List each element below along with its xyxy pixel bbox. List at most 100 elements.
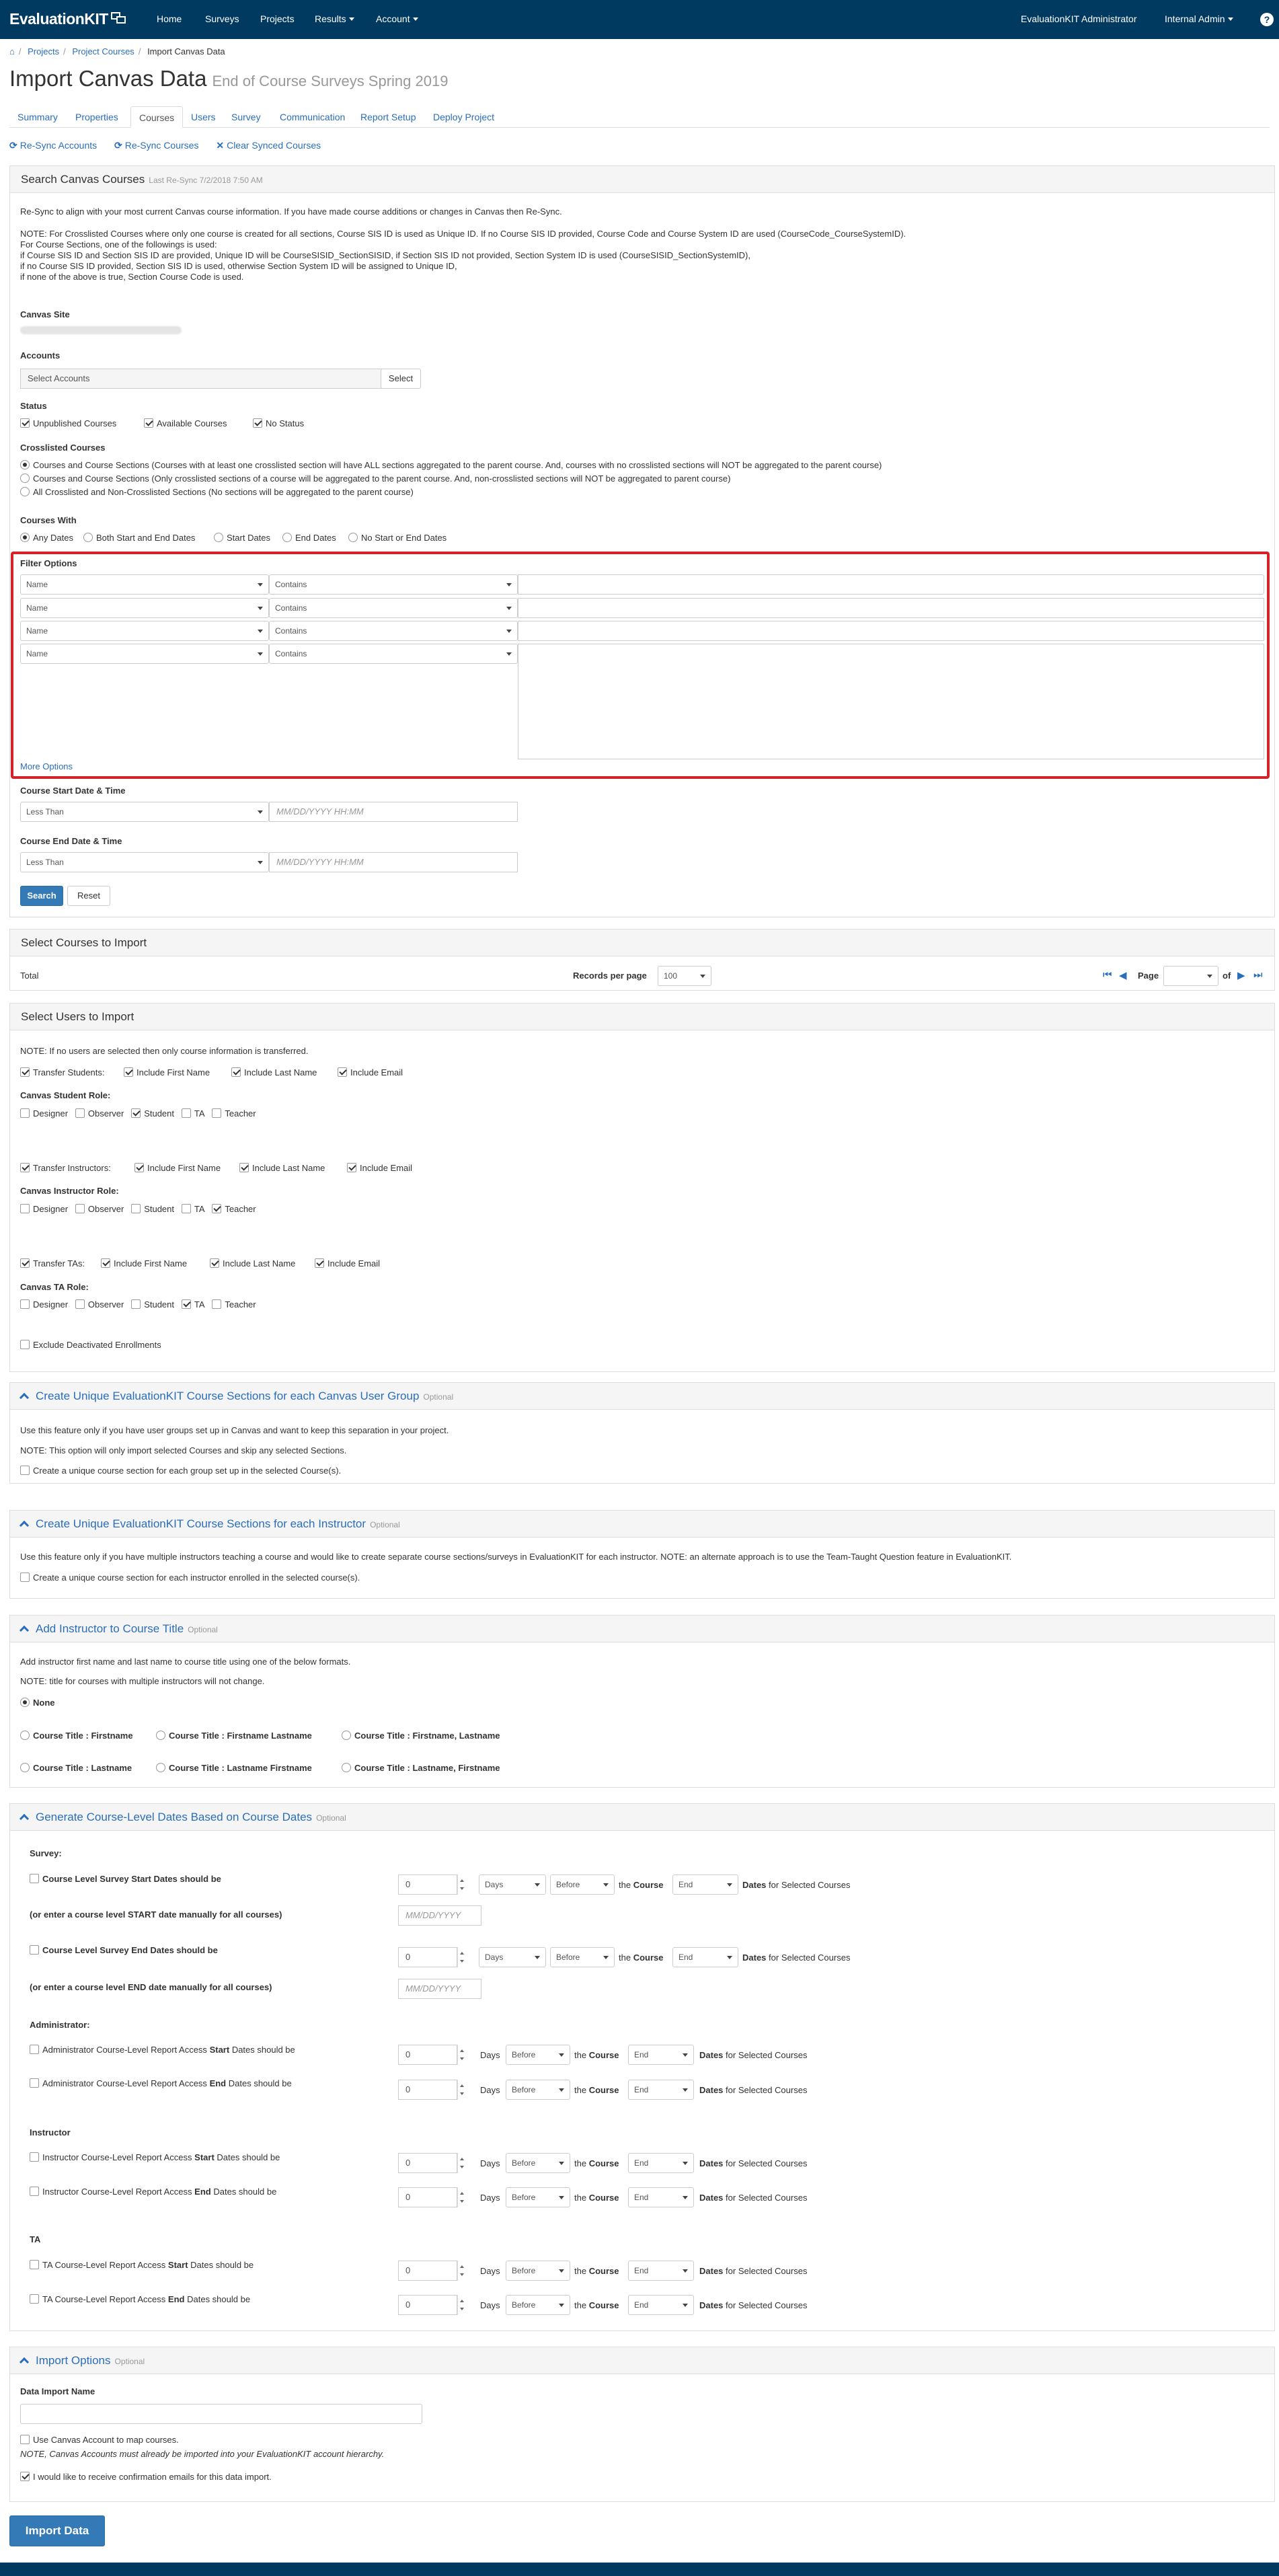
survey-end-ref[interactable]: End [672,1947,738,1967]
exclude-deactivated[interactable]: Exclude Deactivated Enrollments [20,1340,161,1350]
radio[interactable] [156,1731,165,1740]
ta-end-ref[interactable]: End [628,2295,694,2315]
checkbox[interactable] [20,1573,30,1582]
checkbox-observer[interactable] [75,1299,85,1309]
radio[interactable] [156,1763,165,1772]
checkbox[interactable] [20,1163,30,1172]
survey-start-unit[interactable]: Days [479,1874,546,1895]
checkbox[interactable] [20,1466,30,1475]
radio[interactable] [20,1698,30,1707]
checkbox-ta[interactable] [181,1204,191,1213]
instructors-first-name[interactable]: Include First Name [134,1163,221,1173]
crosslisted-option-2[interactable]: Courses and Course Sections (Only crossl… [20,473,730,484]
filter-op-select-3[interactable]: Contains [269,621,518,641]
ta-end-check[interactable]: TA Course-Level Report Access End Dates … [30,2294,250,2304]
tab-deploy-project[interactable]: Deploy Project [425,106,502,128]
format-3[interactable]: Course Title : Firstname, Lastname [342,1731,500,1741]
instr-end-check[interactable]: Instructor Course-Level Report Access En… [30,2187,276,2197]
format-1[interactable]: Course Title : Firstname [20,1731,133,1741]
tab-communication[interactable]: Communication [272,106,353,128]
checkbox[interactable] [30,2078,39,2088]
radio[interactable] [342,1731,351,1740]
checkbox[interactable] [134,1163,144,1172]
courses-with-both[interactable]: Both Start and End Dates [83,533,195,543]
format-5[interactable]: Course Title : Lastname Firstname [156,1763,312,1773]
filter-value-input-2[interactable] [518,598,1264,618]
spinner-icon[interactable] [457,2261,465,2281]
radio[interactable] [20,487,30,496]
tab-summary[interactable]: Summary [9,106,66,128]
filter-op-select-1[interactable]: Contains [269,574,518,595]
spinner-icon[interactable] [457,2045,465,2065]
nav-role[interactable]: Internal Admin [1165,13,1233,24]
students-email[interactable]: Include Email [338,1067,403,1077]
courses-with-start[interactable]: Start Dates [214,533,270,543]
instructors-last-name[interactable]: Include Last Name [239,1163,325,1173]
ta-start-ref[interactable]: End [628,2261,694,2281]
ta-start-when[interactable]: Before [506,2261,570,2281]
checkbox[interactable] [30,2260,39,2269]
survey-start-date-input[interactable]: MM/DD/YYYY [398,1905,481,1926]
survey-end-offset[interactable]: 0 [398,1947,457,1967]
tab-users[interactable]: Users [183,106,224,128]
start-compare-select[interactable]: Less Than [20,802,269,822]
nav-surveys[interactable]: Surveys [205,13,239,24]
tab-properties[interactable]: Properties [67,106,126,128]
instructor-title-heading[interactable]: Add Instructor to Course Title Optional [10,1616,1274,1642]
admin-end-ref[interactable]: End [628,2080,694,2100]
page-select[interactable] [1163,966,1218,986]
survey-end-when[interactable]: Before [550,1947,615,1967]
radio[interactable] [214,533,223,542]
breadcrumb-projects[interactable]: Projects [28,46,59,56]
instr-end-ref[interactable]: End [628,2187,694,2207]
nav-home[interactable]: Home [157,13,182,24]
group-sections-heading[interactable]: Create Unique EvaluationKIT Course Secti… [10,1383,1274,1410]
checkbox[interactable] [20,1067,30,1077]
group-sections-check[interactable]: Create a unique course section for each … [20,1466,341,1476]
instr-end-when[interactable]: Before [506,2187,570,2207]
admin-start-check[interactable]: Administrator Course-Level Report Access… [30,2045,295,2055]
end-datetime-input[interactable]: MM/DD/YYYY HH:MM [269,852,518,872]
more-options-link[interactable]: More Options [20,761,73,771]
filter-field-select-3[interactable]: Name [20,621,269,641]
checkbox[interactable] [20,2472,30,2481]
checkbox[interactable] [30,2045,39,2054]
instructor-sections-check[interactable]: Create a unique course section for each … [20,1573,360,1583]
tab-courses[interactable]: Courses [130,106,184,128]
checkbox-designer[interactable] [20,1299,30,1309]
survey-end-date-input[interactable]: MM/DD/YYYY [398,1979,481,1999]
checkbox[interactable] [253,418,262,428]
checkbox[interactable] [101,1258,110,1268]
crosslisted-option-1[interactable]: Courses and Course Sections (Courses wit… [20,460,882,470]
crosslisted-option-3[interactable]: All Crosslisted and Non-Crosslisted Sect… [20,487,414,497]
course-dates-heading[interactable]: Generate Course-Level Dates Based on Cou… [10,1804,1274,1831]
radio[interactable] [20,1731,30,1740]
filter-value-input-3[interactable] [518,621,1264,641]
nav-account[interactable]: Account [376,13,418,24]
filter-op-select-4[interactable]: Contains [269,644,518,664]
checkbox-teacher[interactable] [212,1204,222,1213]
last-page-icon[interactable]: ⏭ [1253,969,1263,981]
instr-end-offset[interactable]: 0 [398,2187,457,2207]
students-first-name[interactable]: Include First Name [124,1067,210,1077]
nav-results[interactable]: Results [315,13,354,24]
ta-start-check[interactable]: TA Course-Level Report Access Start Date… [30,2260,254,2270]
accounts-input[interactable]: Select Accounts [20,369,382,389]
instr-start-when[interactable]: Before [506,2153,570,2173]
format-none[interactable]: None [20,1698,55,1708]
filter-op-select-2[interactable]: Contains [269,598,518,618]
select-accounts-button[interactable]: Select [381,369,421,389]
nav-projects[interactable]: Projects [260,13,295,24]
radio[interactable] [342,1763,351,1772]
checkbox-teacher[interactable] [212,1299,222,1309]
breadcrumb-project-courses[interactable]: Project Courses [72,46,134,56]
spinner-icon[interactable] [457,2080,465,2100]
instructor-sections-heading[interactable]: Create Unique EvaluationKIT Course Secti… [10,1511,1274,1538]
instr-start-offset[interactable]: 0 [398,2153,457,2173]
checkbox[interactable] [20,1258,30,1268]
filter-field-select-2[interactable]: Name [20,598,269,618]
checkbox[interactable] [239,1163,249,1172]
admin-end-when[interactable]: Before [506,2080,570,2100]
status-available[interactable]: Available Courses [144,418,227,428]
courses-with-none[interactable]: No Start or End Dates [348,533,447,543]
